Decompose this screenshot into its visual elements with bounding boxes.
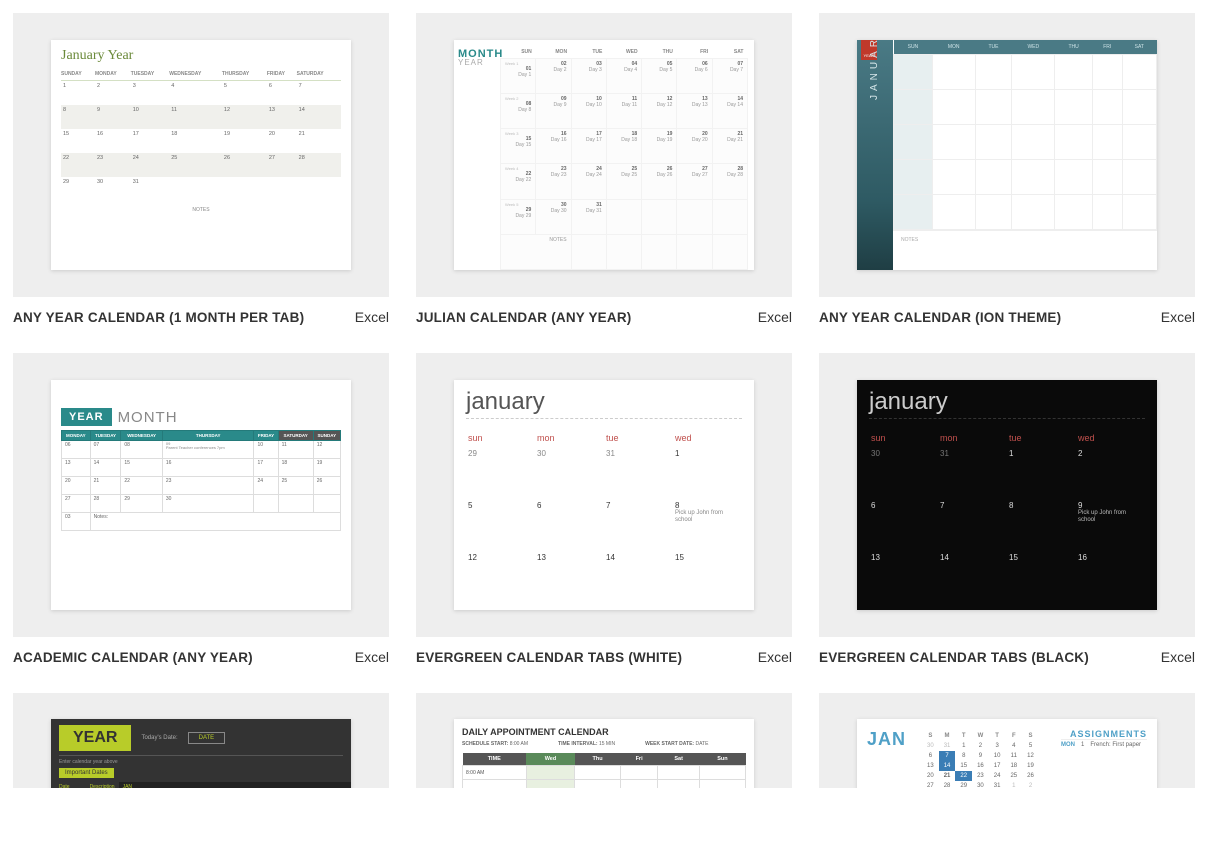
template-title: ANY YEAR CALENDAR (ION THEME) bbox=[819, 310, 1061, 325]
template-thumb: MONTH YEAR SUNMONTUEWEDTHUFRISATWeek 101… bbox=[416, 13, 792, 297]
template-card-daily-appointment[interactable]: DAILY APPOINTMENT CALENDAR SCHEDULE STAR… bbox=[416, 693, 792, 788]
month-tab: JAN bbox=[119, 782, 351, 788]
date-button: DATE bbox=[188, 732, 226, 744]
template-thumb: YEAR JANUARY SUNMONTUEWEDTHUFRISAT NOTES bbox=[819, 13, 1195, 297]
year-box: YEAR bbox=[61, 408, 112, 426]
template-thumb: January Year SUNDAYMONDAYTUESDAYWEDNESDA… bbox=[13, 13, 389, 297]
template-app: Excel bbox=[355, 649, 389, 665]
preview-ion: YEAR JANUARY SUNMONTUEWEDTHUFRISAT NOTES bbox=[857, 40, 1157, 270]
notes-label: NOTES bbox=[51, 201, 351, 213]
preview-evergreen-white: january sunmontuewed29303115678Pick up J… bbox=[454, 380, 754, 610]
todays-date-label: Today's Date: bbox=[141, 735, 177, 741]
template-thumb: january sunmontuewed3031126789Pick up Jo… bbox=[819, 353, 1195, 637]
preview-assignments: JAN SMTWTFS30311234567891011121314151617… bbox=[857, 719, 1157, 788]
preview-julian: MONTH YEAR SUNMONTUEWEDTHUFRISATWeek 101… bbox=[454, 40, 754, 270]
assignments-label: ASSIGNMENTS bbox=[1061, 729, 1147, 739]
month-label: JAN bbox=[867, 729, 906, 750]
template-card-evergreen-white[interactable]: january sunmontuewed29303115678Pick up J… bbox=[416, 353, 792, 665]
template-app: Excel bbox=[355, 309, 389, 325]
template-card-evergreen-black[interactable]: january sunmontuewed3031126789Pick up Jo… bbox=[819, 353, 1195, 665]
template-card-any-year[interactable]: January Year SUNDAYMONDAYTUESDAYWEDNESDA… bbox=[13, 13, 389, 325]
year-box: YEAR bbox=[59, 725, 131, 751]
template-title: EVERGREEN CALENDAR TABS (BLACK) bbox=[819, 650, 1089, 665]
preview-any-year: January Year SUNDAYMONDAYTUESDAYWEDNESDA… bbox=[51, 40, 351, 270]
template-title: ACADEMIC CALENDAR (ANY YEAR) bbox=[13, 650, 253, 665]
month-title: january bbox=[857, 380, 1157, 418]
enter-year-label: Enter calendar year above bbox=[59, 759, 343, 765]
template-thumb: YEAR Today's Date: DATE Enter calendar y… bbox=[13, 693, 389, 788]
important-dates-label: Important Dates bbox=[59, 768, 114, 778]
preview-dark-year: YEAR Today's Date: DATE Enter calendar y… bbox=[51, 719, 351, 788]
month-vertical: JANUARY bbox=[869, 40, 880, 100]
preview-title: January Year bbox=[51, 40, 351, 68]
preview-header: DAILY APPOINTMENT CALENDAR bbox=[462, 727, 746, 737]
template-title: ANY YEAR CALENDAR (1 MONTH PER TAB) bbox=[13, 310, 304, 325]
notes-label: NOTES bbox=[893, 230, 1157, 270]
template-title: JULIAN CALENDAR (ANY YEAR) bbox=[416, 310, 631, 325]
template-app: Excel bbox=[1161, 309, 1195, 325]
preview-academic: YEAR MONTH MONDAYTUESDAYWEDNESDAYTHURSDA… bbox=[51, 380, 351, 610]
template-card-julian[interactable]: MONTH YEAR SUNMONTUEWEDTHUFRISATWeek 101… bbox=[416, 13, 792, 325]
preview-daily-appointment: DAILY APPOINTMENT CALENDAR SCHEDULE STAR… bbox=[454, 719, 754, 788]
template-card-ion[interactable]: YEAR JANUARY SUNMONTUEWEDTHUFRISAT NOTES… bbox=[819, 13, 1195, 325]
month-label: MONTH bbox=[118, 409, 178, 426]
template-card-academic[interactable]: YEAR MONTH MONDAYTUESDAYWEDNESDAYTHURSDA… bbox=[13, 353, 389, 665]
template-card-dark-year[interactable]: YEAR Today's Date: DATE Enter calendar y… bbox=[13, 693, 389, 788]
month-title: january bbox=[454, 380, 754, 418]
preview-evergreen-black: january sunmontuewed3031126789Pick up Jo… bbox=[857, 380, 1157, 610]
template-card-assignments[interactable]: JAN SMTWTFS30311234567891011121314151617… bbox=[819, 693, 1195, 788]
template-thumb: YEAR MONTH MONDAYTUESDAYWEDNESDAYTHURSDA… bbox=[13, 353, 389, 637]
template-thumb: JAN SMTWTFS30311234567891011121314151617… bbox=[819, 693, 1195, 788]
template-thumb: january sunmontuewed29303115678Pick up J… bbox=[416, 353, 792, 637]
template-grid: January Year SUNDAYMONDAYTUESDAYWEDNESDA… bbox=[13, 13, 1197, 788]
template-app: Excel bbox=[758, 649, 792, 665]
template-title: EVERGREEN CALENDAR TABS (WHITE) bbox=[416, 650, 682, 665]
template-app: Excel bbox=[758, 309, 792, 325]
template-app: Excel bbox=[1161, 649, 1195, 665]
template-thumb: DAILY APPOINTMENT CALENDAR SCHEDULE STAR… bbox=[416, 693, 792, 788]
